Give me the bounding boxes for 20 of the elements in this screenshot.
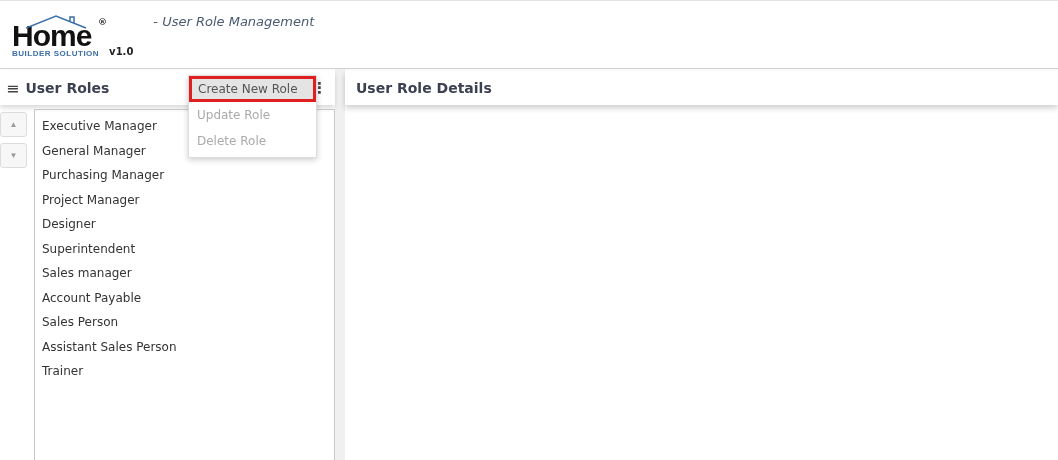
role-item[interactable]: General Manager <box>42 138 146 163</box>
menu-item[interactable]: Create New Role <box>189 76 316 102</box>
registered-mark: ® <box>98 17 108 27</box>
panel-title: User Roles <box>25 80 110 96</box>
page-title: - User Role Management <box>153 14 315 29</box>
role-item[interactable]: Executive Manager <box>42 114 157 139</box>
role-item[interactable]: Superintendent <box>42 236 136 261</box>
role-item[interactable]: Assistant Sales Person <box>42 334 177 359</box>
role-item[interactable]: Project Manager <box>42 187 140 212</box>
logo-tagline: BUILDER SOLUTION <box>12 49 100 58</box>
role-item[interactable]: Trainer <box>42 359 84 384</box>
panel-title: User Role Details <box>356 80 492 96</box>
logo-wordmark: Home <box>12 23 92 49</box>
role-item[interactable]: Purchasing Manager <box>42 163 165 188</box>
role-item[interactable]: Sales Person <box>42 310 119 335</box>
role-item[interactable]: Account Payable <box>42 285 142 310</box>
menu-icon[interactable]: ≡ <box>6 78 20 98</box>
role-item[interactable]: Designer <box>42 212 96 237</box>
version-label: v1.0 <box>109 46 134 57</box>
role-item[interactable]: Sales manager <box>42 261 132 286</box>
